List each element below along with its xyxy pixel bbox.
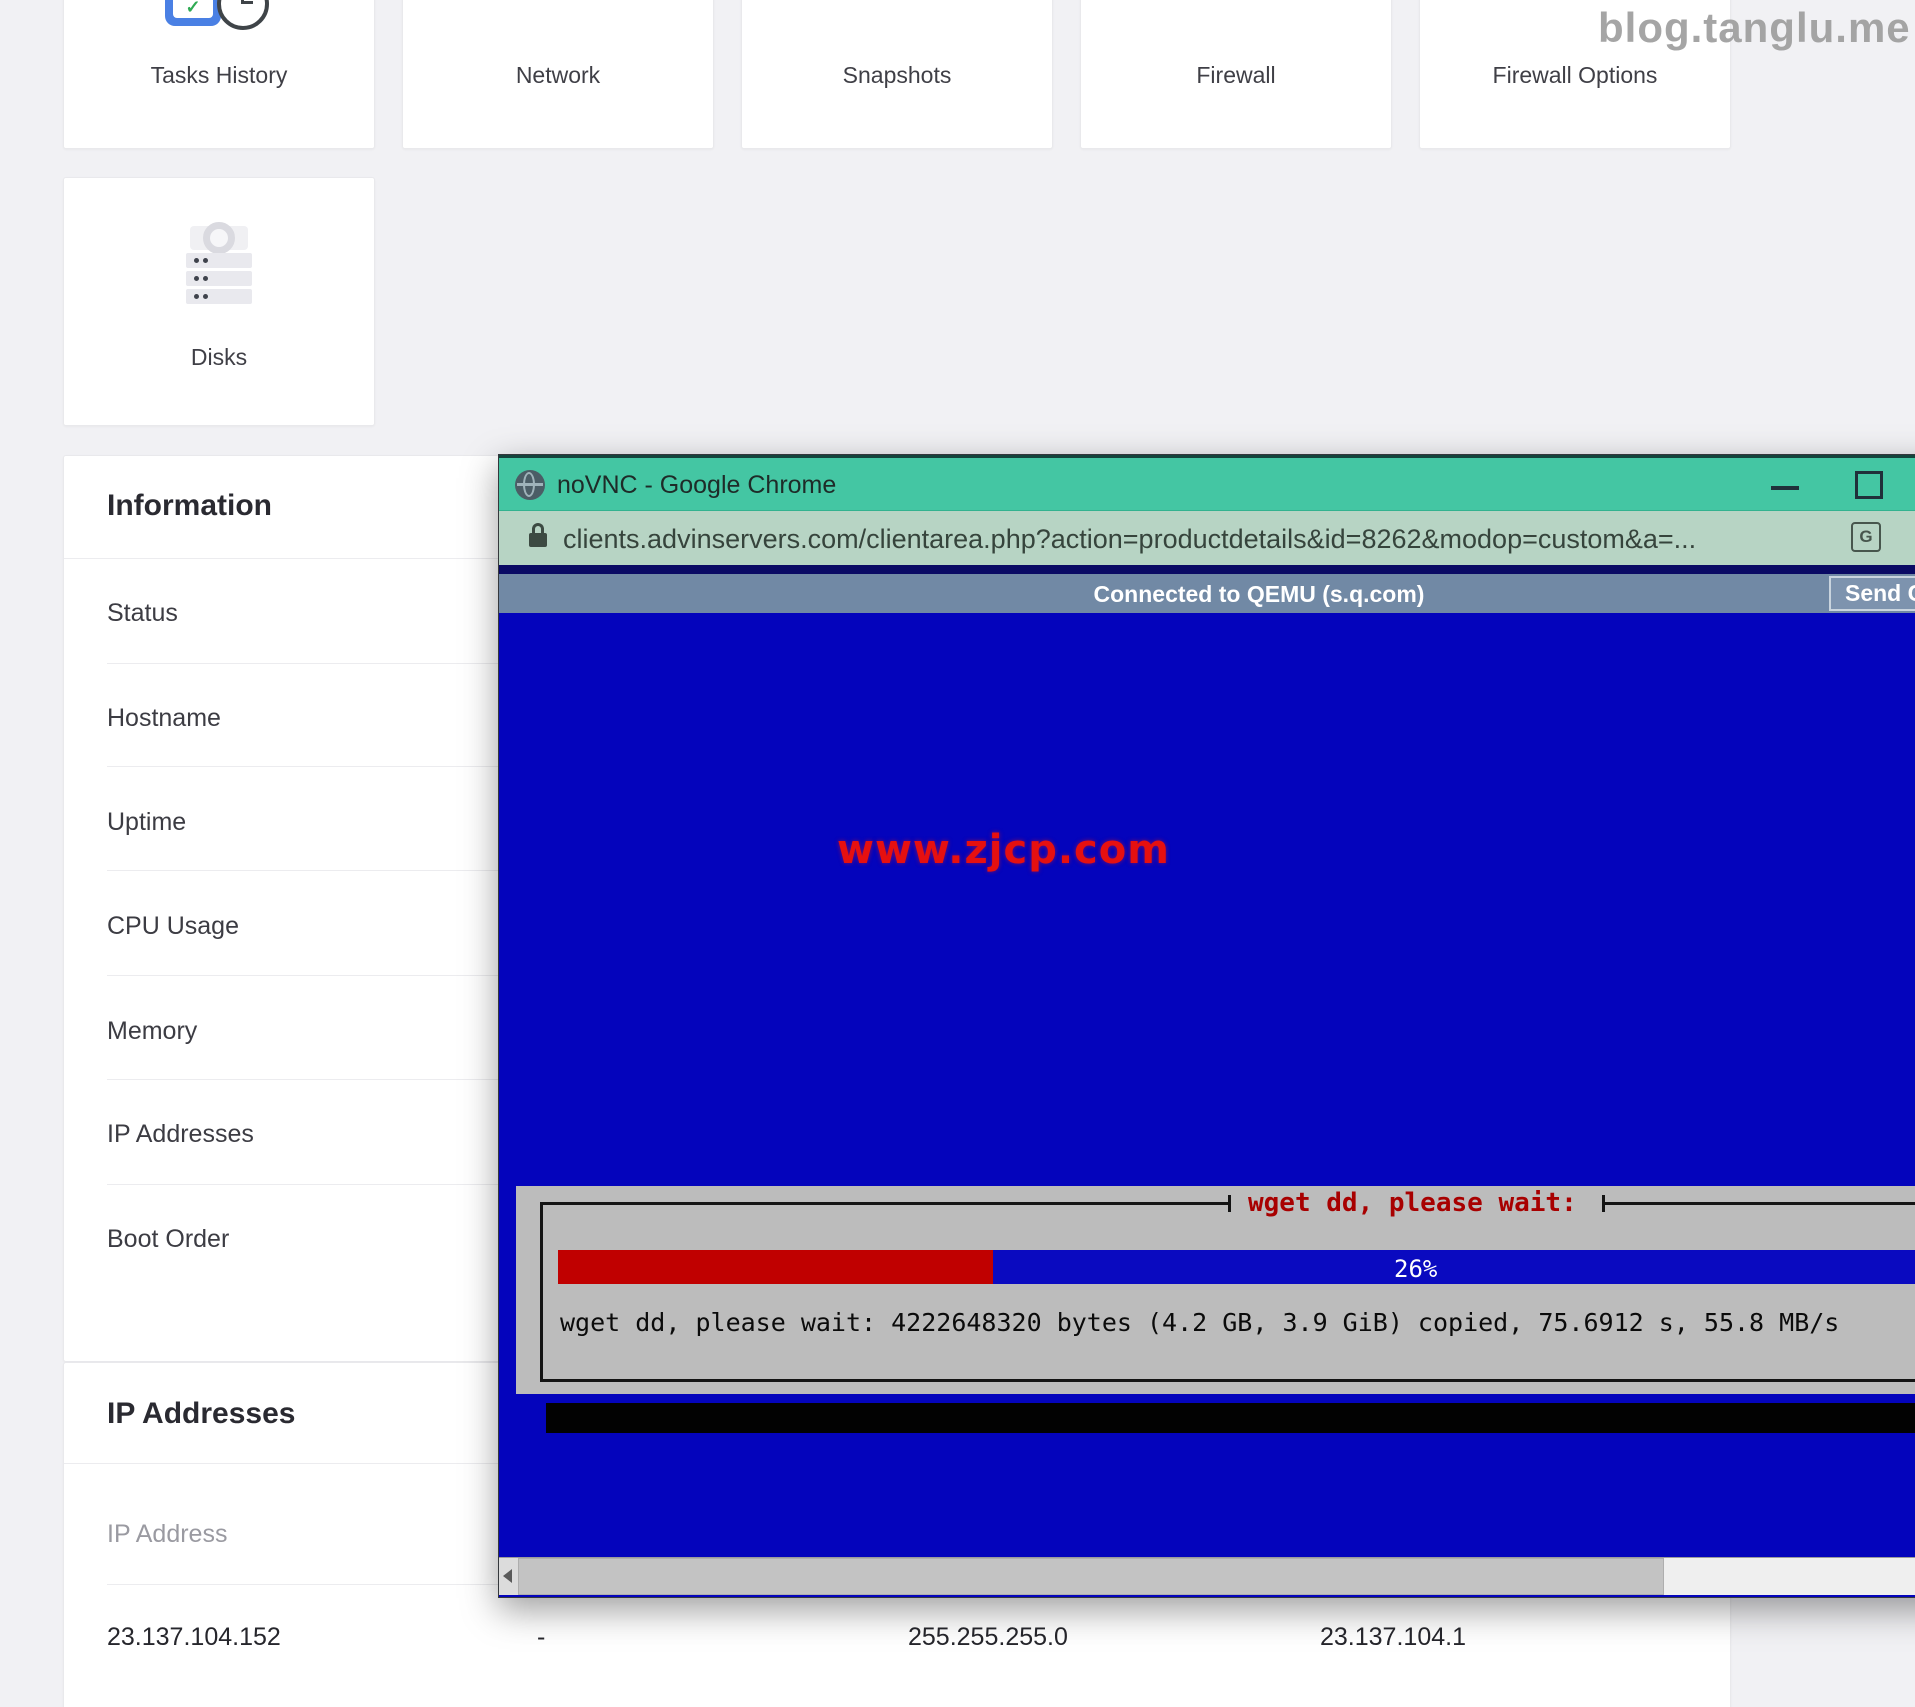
card-label: Network [515, 62, 601, 88]
window-titlebar[interactable]: noVNC - Google Chrome [499, 455, 1915, 511]
progress-message: wget dd, please wait: 4222648320 bytes (… [560, 1308, 1840, 1337]
lock-icon [529, 523, 549, 551]
dialog-border [540, 1379, 1915, 1382]
info-row-uptime: Uptime [107, 808, 187, 836]
novnc-window: noVNC - Google Chrome clients.advinserve… [498, 454, 1915, 1598]
dialog-border [1228, 1195, 1231, 1212]
ip-cell-gateway: 23.137.104.1 [1320, 1623, 1466, 1651]
card-firewall[interactable]: Firewall [1080, 0, 1392, 149]
progress-bar-fill [558, 1250, 993, 1284]
scroll-left-arrow[interactable] [499, 1558, 519, 1595]
minimize-button[interactable] [1771, 486, 1799, 490]
clock-icon [217, 0, 269, 30]
card-network[interactable]: Network [402, 0, 714, 149]
progress-percent: 26% [1394, 1255, 1438, 1283]
page-background-strip [499, 565, 1915, 574]
site-watermark: blog.tanglu.me [1598, 4, 1911, 51]
wget-progress-dialog: wget dd, please wait: 26% wget dd, pleas… [516, 1186, 1915, 1394]
page: ✓ Tasks History Network Snapshots Firewa… [0, 0, 1915, 1707]
dialog-shadow [546, 1403, 1915, 1433]
card-label: Firewall Options [1492, 62, 1658, 88]
progress-bar: 26% [558, 1250, 1915, 1284]
card-label: Snapshots [842, 62, 952, 88]
dialog-border [540, 1202, 1228, 1205]
card-tasks-history[interactable]: ✓ Tasks History [63, 0, 375, 149]
send-ctrlaltdel-button[interactable]: Send C [1829, 576, 1915, 611]
card-disks[interactable]: Disks [63, 177, 375, 426]
vnc-status-bar: Connected to QEMU (s.q.com) Send C [499, 574, 1915, 613]
info-row-memory: Memory [107, 1017, 198, 1045]
info-row-hostname: Hostname [107, 704, 221, 732]
url-text[interactable]: clients.advinservers.com/clientarea.php?… [563, 524, 1833, 555]
vnc-console-screen[interactable]: www.zjcp.com wget dd, please wait: 26% w… [499, 613, 1915, 1557]
window-title: noVNC - Google Chrome [557, 471, 837, 499]
disks-icon [184, 222, 254, 304]
ip-cell-col2: - [537, 1623, 546, 1651]
ip-cell-netmask: 255.255.255.0 [908, 1623, 1068, 1651]
translate-icon[interactable]: G [1851, 522, 1881, 552]
panel-title: Information [107, 489, 272, 522]
horizontal-scrollbar[interactable] [499, 1557, 1915, 1595]
globe-icon [515, 470, 545, 500]
ip-cell-address: 23.137.104.152 [107, 1623, 281, 1651]
info-row-boot-order: Boot Order [107, 1225, 230, 1253]
dialog-border [540, 1202, 543, 1382]
card-label: Tasks History [150, 62, 288, 88]
maximize-button[interactable] [1855, 471, 1883, 499]
scrollbar-thumb[interactable] [518, 1558, 1664, 1595]
connection-status: Connected to QEMU (s.q.com) [1093, 581, 1425, 607]
info-row-status: Status [107, 599, 178, 627]
dialog-border [1605, 1202, 1915, 1205]
info-row-ip-addresses: IP Addresses [107, 1120, 254, 1148]
card-snapshots[interactable]: Snapshots [741, 0, 1053, 149]
column-header-ip-address: IP Address [107, 1520, 228, 1548]
dialog-title: wget dd, please wait: [1248, 1188, 1577, 1218]
card-label: Firewall [1196, 62, 1276, 88]
card-label: Disks [190, 344, 248, 370]
console-watermark: www.zjcp.com [837, 827, 1170, 873]
address-bar[interactable]: clients.advinservers.com/clientarea.php?… [499, 511, 1915, 565]
tasks-history-icon: ✓ [165, 0, 221, 26]
info-row-cpu-usage: CPU Usage [107, 912, 239, 940]
panel-title: IP Addresses [107, 1397, 296, 1430]
